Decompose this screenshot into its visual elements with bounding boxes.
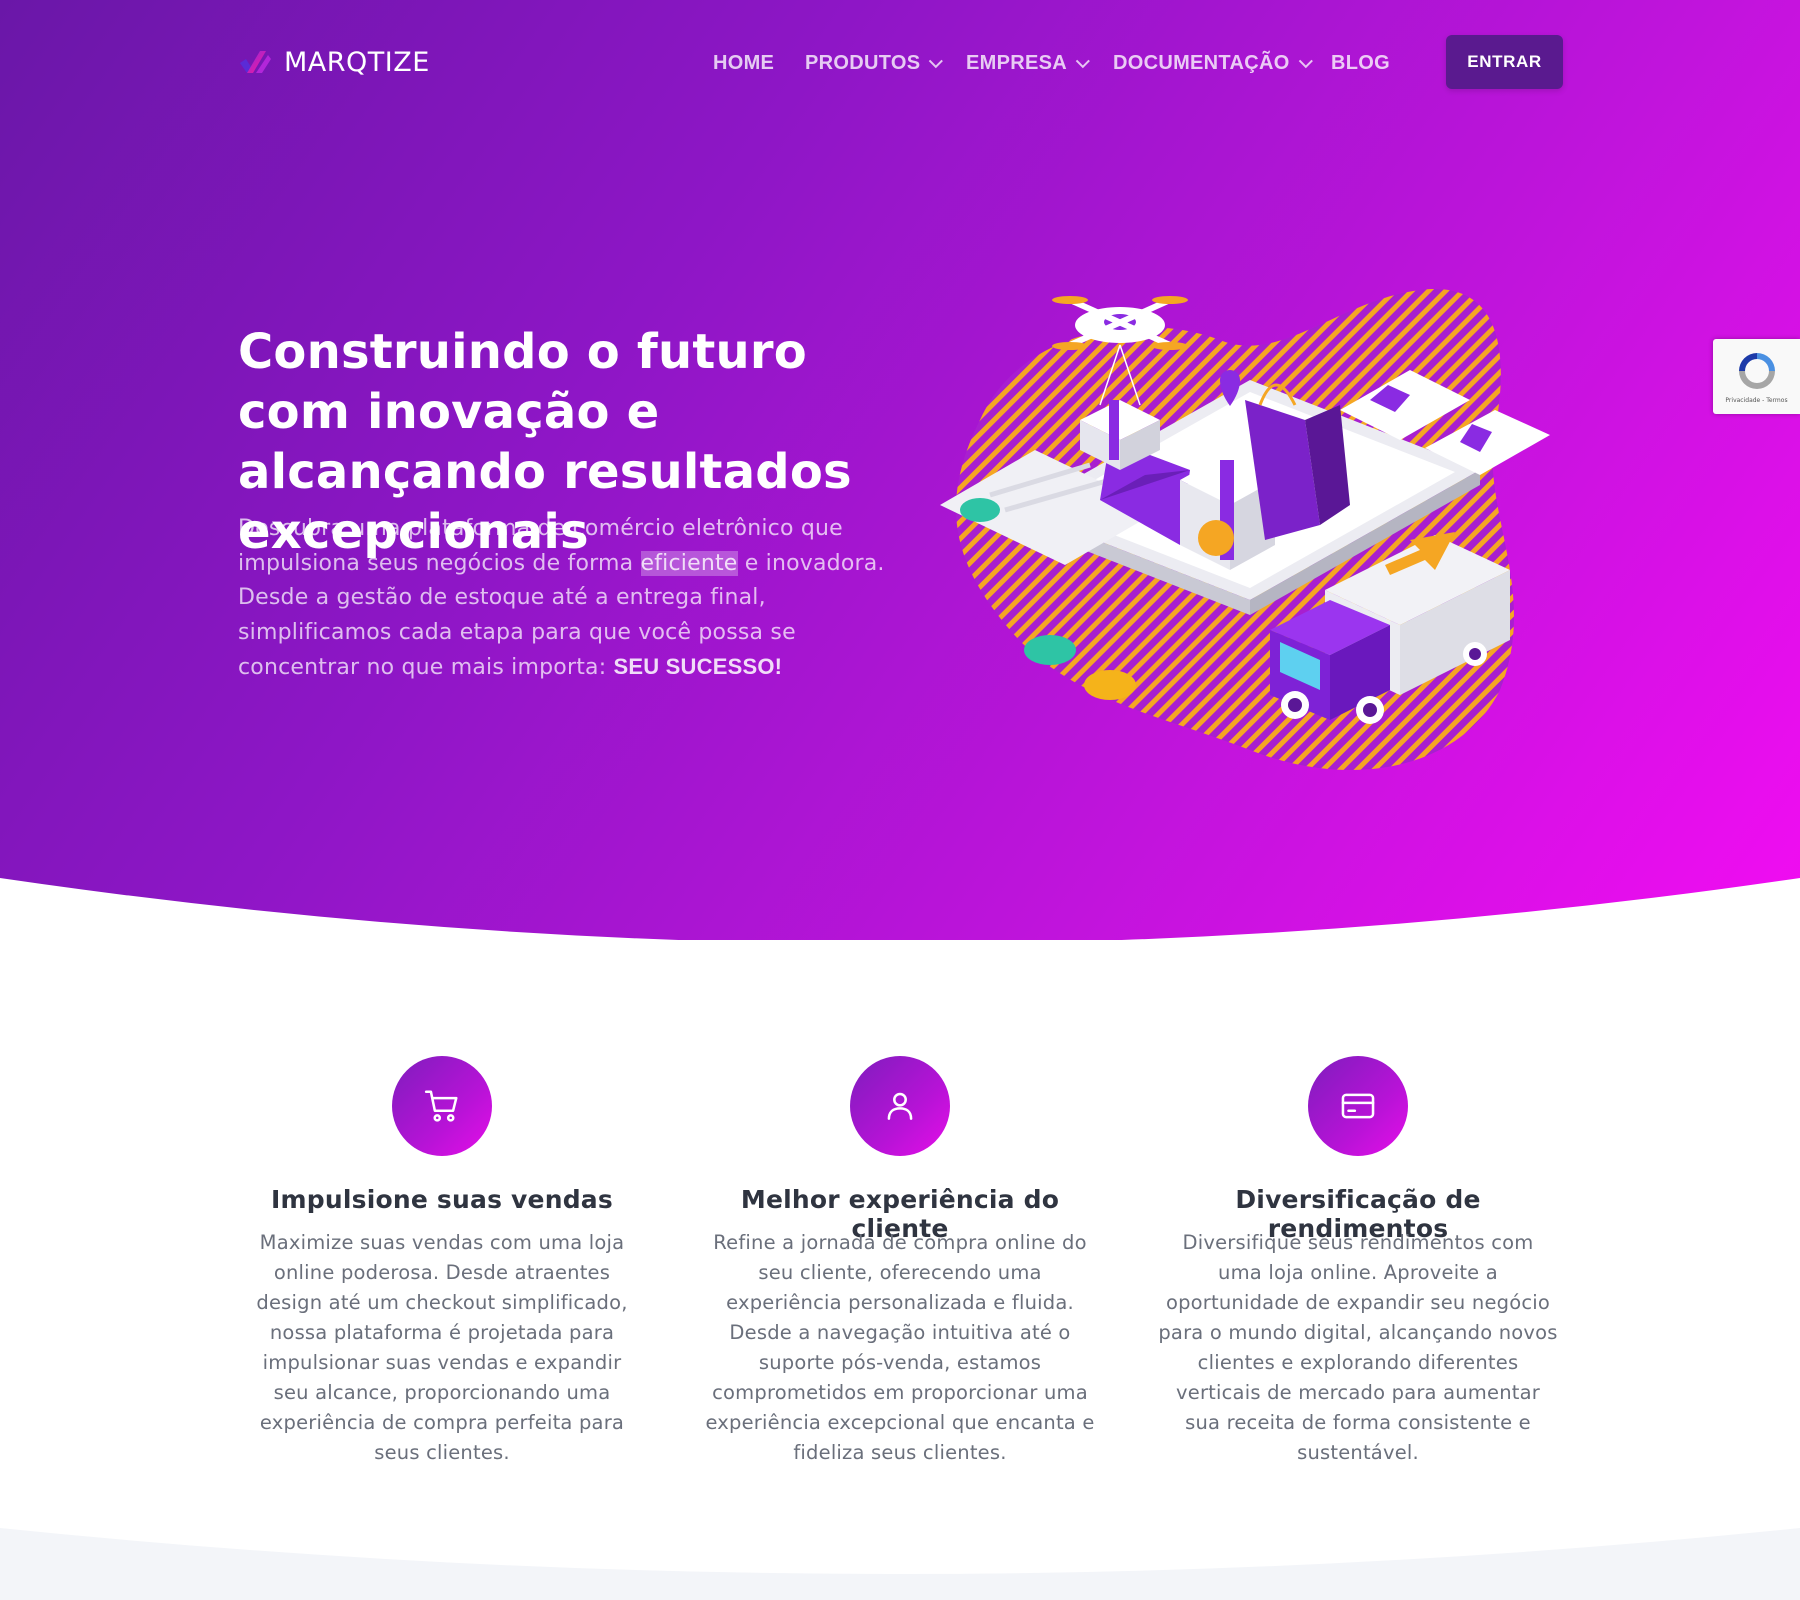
nav-item-documentacao[interactable]: DOCUMENTAÇÃO [1113,50,1313,76]
nav-item-empresa[interactable]: EMPRESA [966,50,1090,76]
hero-bottom-curve [0,878,1800,940]
nav-item-home[interactable]: HOME [713,50,774,76]
feature-icon-circle [850,1056,950,1156]
brand-name: MARQTIZE [284,46,430,78]
nav-label: DOCUMENTAÇÃO [1113,52,1290,74]
next-section-curve [0,1528,1800,1600]
nav-item-produtos[interactable]: PRODUTOS [805,50,944,76]
login-button[interactable]: ENTRAR [1446,35,1563,89]
feature-icon-circle [1308,1056,1408,1156]
hero-desc-highlight: eficiente [640,550,738,576]
feature-description: Maximize suas vendas com uma loja online… [256,1231,628,1464]
feature-description: Refine a jornada de compra online do seu… [705,1231,1095,1464]
feature-icon-circle [392,1056,492,1156]
hero-description: Descubra uma plataforma de comércio elet… [238,512,888,686]
nav-label: PRODUTOS [805,52,921,74]
user-icon [887,1092,913,1120]
hero-section: MARQTIZE HOME PRODUTOS EMPRESA DOCUMENTA… [0,0,1800,940]
brand-mark-icon [240,51,271,73]
nav-label: BLOG [1331,52,1390,74]
recaptcha-links[interactable]: Privacidade - Termos [1713,397,1800,404]
chevron-down-icon [929,54,944,69]
credit-card-icon [1341,1093,1375,1119]
chevron-down-icon [1298,54,1313,69]
brand-logo[interactable]: MARQTIZE [238,44,430,80]
nav-label: EMPRESA [966,52,1068,74]
chevron-down-icon [1075,54,1090,69]
feature-description: Diversifique seus rendimentos com uma lo… [1158,1231,1558,1464]
top-navigation: MARQTIZE HOME PRODUTOS EMPRESA DOCUMENTA… [0,0,1800,125]
ecommerce-illustration [940,289,1550,770]
recaptcha-icon [1739,353,1775,389]
nav-label: HOME [713,52,775,74]
feature-title: Impulsione suas vendas [271,1185,613,1214]
recaptcha-badge[interactable]: Privacidade - Termos [1713,339,1800,414]
nav-item-blog[interactable]: BLOG [1331,50,1390,76]
hero-desc-emphasis: SEU SUCESSO! [613,654,783,679]
cart-icon [424,1090,458,1122]
